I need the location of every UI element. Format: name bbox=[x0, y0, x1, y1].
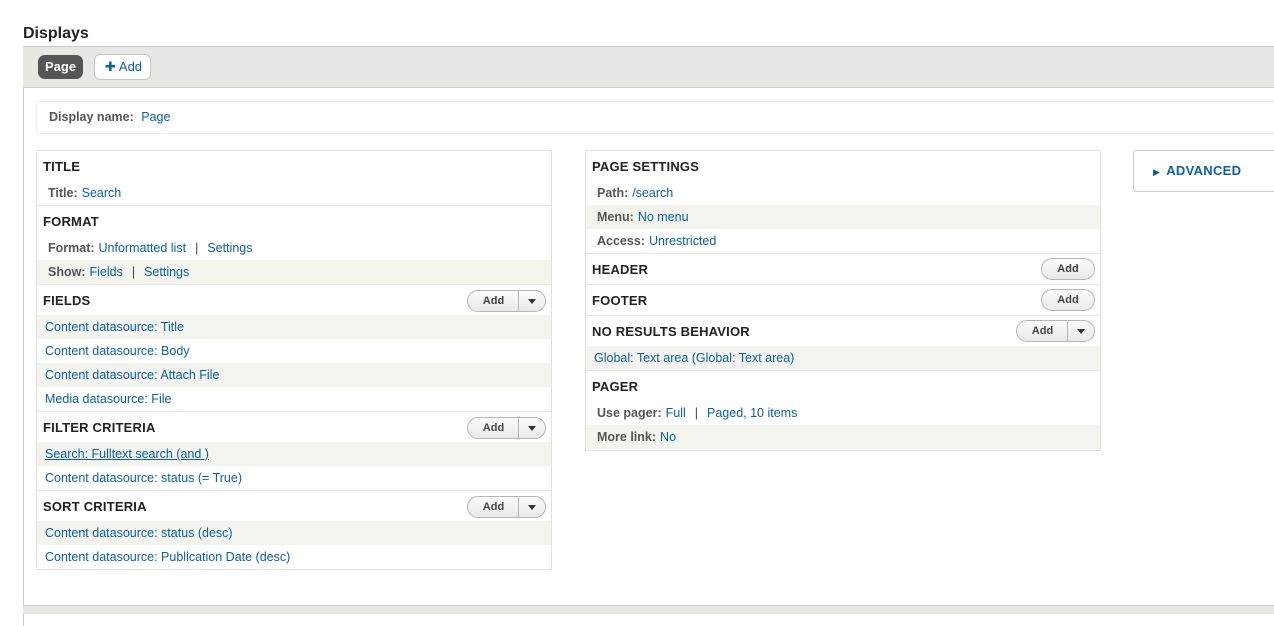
separator: | bbox=[694, 406, 699, 420]
format-row: Format: Unformatted list | Settings bbox=[37, 236, 551, 260]
no-results-section: NO RESULTS BEHAVIOR Add Global: Text are… bbox=[586, 316, 1100, 371]
pager-detail-link[interactable]: Paged, 10 items bbox=[707, 406, 797, 420]
filter-section: FILTER CRITERIA Add Search: Fulltext sea… bbox=[37, 412, 551, 491]
field-link[interactable]: Content datasource: Title bbox=[45, 320, 184, 334]
filter-add-button[interactable]: Add bbox=[467, 417, 546, 439]
plus-icon: ✚ bbox=[105, 59, 116, 74]
menu-row: Menu: No menu bbox=[586, 205, 1100, 229]
format-label: Format: bbox=[48, 241, 95, 255]
filter-item: Content datasource: status (= True) bbox=[37, 466, 551, 490]
display-name-link[interactable]: Page bbox=[141, 110, 170, 124]
menu-link[interactable]: No menu bbox=[638, 210, 689, 224]
title-link[interactable]: Search bbox=[82, 186, 122, 200]
more-link-label: More link: bbox=[597, 430, 657, 444]
page-settings-section: PAGE SETTINGS Path:/search Menu: No menu … bbox=[586, 151, 1100, 254]
field-item: Content datasource: Attach File bbox=[37, 363, 551, 387]
sort-item: Content datasource: Publication Date (de… bbox=[37, 545, 551, 569]
field-item: Content datasource: Body bbox=[37, 339, 551, 363]
format-heading: FORMAT bbox=[43, 214, 99, 229]
use-pager-link[interactable]: Full bbox=[666, 406, 686, 420]
page-heading: Displays bbox=[23, 25, 89, 42]
format-link[interactable]: Unformatted list bbox=[99, 241, 187, 255]
footer-heading: FOOTER bbox=[592, 293, 648, 308]
display-tabs-bar bbox=[23, 46, 1274, 88]
no-results-item: Global: Text area (Global: Text area) bbox=[586, 346, 1100, 370]
use-pager-label: Use pager: bbox=[597, 406, 662, 420]
pager-section: PAGER Use pager: Full | Paged, 10 items Mor… bbox=[586, 371, 1100, 449]
chevron-down-icon[interactable] bbox=[518, 418, 545, 438]
path-link[interactable]: /search bbox=[632, 186, 673, 200]
header-section: HEADER Add bbox=[586, 254, 1100, 285]
separator: | bbox=[195, 241, 199, 255]
no-results-add-button[interactable]: Add bbox=[1016, 320, 1095, 342]
format-section: FORMAT Format: Unformatted list | Settings … bbox=[37, 206, 551, 285]
filter-link[interactable]: Content datasource: status (= True) bbox=[45, 471, 242, 485]
more-link-row: More link: No bbox=[586, 425, 1100, 449]
show-row: Show: Fields | Settings bbox=[37, 260, 551, 284]
field-item: Media datasource: File bbox=[37, 387, 551, 411]
fields-add-label: Add bbox=[482, 295, 505, 307]
left-column: TITLE Title: Search FORMAT Format: Unforma… bbox=[36, 150, 552, 570]
chevron-down-icon[interactable] bbox=[1067, 321, 1094, 341]
tab-page[interactable]: Page bbox=[38, 55, 84, 79]
access-row: Access: Unrestricted bbox=[586, 229, 1100, 253]
display-name-label: Display name: bbox=[49, 110, 134, 124]
triangle-right-icon: ▶ bbox=[1153, 167, 1161, 177]
advanced-label: ADVANCED bbox=[1166, 163, 1242, 178]
field-link[interactable]: Content datasource: Body bbox=[45, 344, 190, 358]
show-link[interactable]: Fields bbox=[90, 265, 123, 279]
chevron-down-icon[interactable] bbox=[518, 291, 545, 311]
title-row: Title: Search bbox=[37, 181, 551, 205]
use-pager-row: Use pager: Full | Paged, 10 items bbox=[586, 401, 1100, 425]
field-link[interactable]: Content datasource: Attach File bbox=[45, 368, 219, 382]
format-settings-link[interactable]: Settings bbox=[207, 241, 252, 255]
filter-add-label: Add bbox=[482, 422, 505, 434]
title-label: Title: bbox=[48, 186, 78, 200]
add-display-button[interactable]: ✚ Add bbox=[94, 54, 152, 80]
field-link[interactable]: Media datasource: File bbox=[45, 392, 171, 406]
more-link-value[interactable]: No bbox=[660, 430, 676, 444]
title-section: TITLE Title: Search bbox=[37, 151, 551, 206]
filter-link[interactable]: Search: Fulltext search (and ) bbox=[45, 447, 209, 461]
title-heading: TITLE bbox=[43, 159, 81, 174]
field-item: Content datasource: Title bbox=[37, 315, 551, 339]
footer-add-label: Add bbox=[1057, 294, 1079, 306]
path-label: Path: bbox=[597, 186, 629, 200]
sort-link[interactable]: Content datasource: Publication Date (de… bbox=[45, 550, 290, 564]
sort-add-button[interactable]: Add bbox=[467, 496, 546, 518]
fields-add-button[interactable]: Add bbox=[467, 290, 546, 312]
filter-item: Search: Fulltext search (and ) bbox=[37, 442, 551, 466]
header-add-label: Add bbox=[1057, 263, 1079, 275]
path-row: Path:/search bbox=[586, 181, 1100, 205]
sort-link[interactable]: Content datasource: status (desc) bbox=[45, 526, 233, 540]
sort-section: SORT CRITERIA Add Content datasource: st… bbox=[37, 491, 551, 569]
header-add-button[interactable]: Add bbox=[1041, 258, 1095, 280]
footer-add-button[interactable]: Add bbox=[1041, 289, 1095, 311]
fields-section: FIELDS Add Content datasource: Title Con… bbox=[37, 285, 551, 412]
pager-heading: PAGER bbox=[592, 379, 639, 394]
show-settings-link[interactable]: Settings bbox=[144, 265, 189, 279]
right-column: PAGE SETTINGS Path:/search Menu: No menu … bbox=[585, 150, 1101, 451]
sort-add-label: Add bbox=[482, 501, 505, 513]
menu-label: Menu: bbox=[597, 210, 634, 224]
chevron-down-icon[interactable] bbox=[518, 497, 545, 517]
sort-item: Content datasource: status (desc) bbox=[37, 521, 551, 545]
header-heading: HEADER bbox=[592, 262, 649, 277]
display-name-row: Display name: Page bbox=[36, 101, 1274, 134]
no-results-link[interactable]: Global: Text area (Global: Text area) bbox=[594, 351, 794, 365]
access-link[interactable]: Unrestricted bbox=[649, 234, 716, 248]
footer-section: FOOTER Add bbox=[586, 285, 1100, 316]
access-label: Access: bbox=[597, 234, 645, 248]
advanced-toggle[interactable]: ▶ ADVANCED bbox=[1133, 150, 1274, 192]
page-settings-heading: PAGE SETTINGS bbox=[592, 159, 700, 174]
no-results-add-label: Add bbox=[1031, 325, 1054, 337]
show-label: Show: bbox=[48, 265, 86, 279]
add-display-label: Add bbox=[118, 59, 143, 74]
separator: | bbox=[131, 265, 136, 279]
